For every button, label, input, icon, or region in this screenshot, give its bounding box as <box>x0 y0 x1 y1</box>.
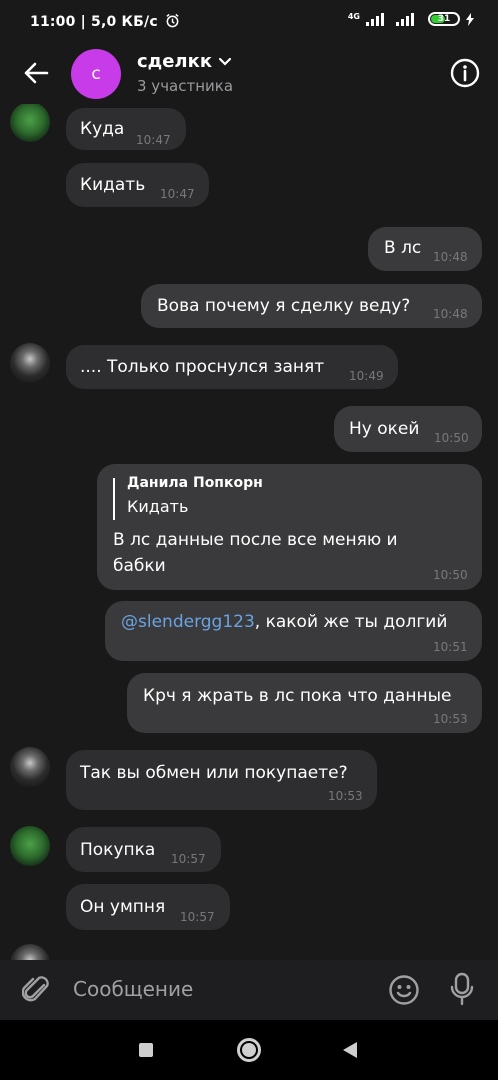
sender-avatar[interactable] <box>10 104 50 142</box>
charging-icon <box>466 12 474 26</box>
chat-title[interactable]: сделкк <box>137 51 232 72</box>
home-button[interactable] <box>237 1038 261 1062</box>
alarm-icon <box>166 13 179 28</box>
sender-avatar[interactable] <box>10 826 50 866</box>
system-navigation-bar <box>0 1020 498 1080</box>
message-time: 10:50 <box>434 431 469 445</box>
message-incoming[interactable]: Так вы обмен или покупаете? 10:53 <box>66 750 377 810</box>
message-outgoing[interactable]: Крч я жрать в лс пока что данные 10:53 <box>127 673 482 733</box>
message-text-line: В лс данные после все меняю и <box>113 530 398 550</box>
message-incoming[interactable]: Покупка 10:57 <box>66 827 221 872</box>
message-text-mention: @slendergg123, какой же ты долгий <box>121 612 448 632</box>
message-time: 10:48 <box>433 250 468 264</box>
message-text: Так вы обмен или покупаете? <box>80 763 348 783</box>
message-outgoing-reply[interactable]: Данила Попкорн Кидать В лс данные после … <box>97 464 482 590</box>
user-mention-link[interactable]: @slendergg123 <box>121 612 255 632</box>
message-outgoing[interactable]: В лс 10:48 <box>368 227 482 271</box>
reply-indicator <box>113 478 115 520</box>
message-text: Вова почему я сделку веду? <box>157 296 411 316</box>
message-outgoing[interactable]: @slendergg123, какой же ты долгий 10:51 <box>105 601 482 661</box>
message-text: Покупка <box>80 840 156 860</box>
message-incoming[interactable]: Кидать 10:47 <box>66 163 209 207</box>
signal-icon <box>366 12 384 26</box>
battery-icon: 31 <box>428 12 460 26</box>
message-list[interactable]: Куда 10:47 Кидать 10:47 В лс 10:48 Вова … <box>0 104 498 960</box>
message-composer: Сообщение <box>0 960 498 1020</box>
message-outgoing[interactable]: Ну окей 10:50 <box>334 406 482 452</box>
attachment-icon[interactable] <box>22 973 52 1007</box>
microphone-icon[interactable] <box>450 972 474 1006</box>
message-text: Он умпня <box>80 897 166 917</box>
message-incoming[interactable]: .... Только проснулся занят 10:49 <box>66 345 398 389</box>
reply-quote: Кидать <box>127 497 189 516</box>
message-time: 10:57 <box>171 852 206 866</box>
group-avatar[interactable]: с <box>71 49 121 99</box>
message-time: 10:49 <box>349 369 384 383</box>
signal-icon-2 <box>396 12 414 26</box>
emoji-icon[interactable] <box>388 974 420 1006</box>
sender-avatar[interactable] <box>10 343 50 383</box>
message-text: Кидать <box>80 175 146 195</box>
message-time: 10:57 <box>180 910 215 924</box>
recent-apps-button[interactable] <box>139 1043 153 1057</box>
message-time: 10:53 <box>328 789 363 803</box>
message-incoming[interactable]: Куда 10:47 <box>66 108 186 150</box>
message-outgoing[interactable]: Вова почему я сделку веду? 10:48 <box>141 284 482 328</box>
message-time: 10:50 <box>433 568 468 582</box>
message-text: .... Только проснулся занят <box>80 357 325 377</box>
status-bar: 11:00 | 5,0 КБ/с 4G 31 <box>0 0 498 44</box>
chevron-down-icon <box>218 57 232 66</box>
info-icon[interactable] <box>450 58 480 88</box>
message-input[interactable]: Сообщение <box>73 977 193 1001</box>
message-text-line: бабки <box>113 556 166 576</box>
message-time: 10:51 <box>433 640 468 654</box>
sender-avatar[interactable] <box>10 944 50 960</box>
message-incoming[interactable]: Он умпня 10:57 <box>66 884 230 930</box>
message-text: Ну окей <box>349 419 420 439</box>
back-triangle-icon[interactable] <box>342 1041 358 1059</box>
participants-count: 3 участника <box>137 77 234 95</box>
sender-avatar[interactable] <box>10 747 50 787</box>
message-time: 10:53 <box>433 712 468 726</box>
network-type: 4G <box>347 12 360 21</box>
message-text: Куда <box>80 119 125 139</box>
reply-author: Данила Попкорн <box>127 475 263 491</box>
message-text: Крч я жрать в лс пока что данные <box>143 686 452 706</box>
chat-header: с сделкк 3 участника <box>0 44 498 104</box>
status-time: 11:00 | 5,0 КБ/с <box>30 13 180 30</box>
message-time: 10:48 <box>433 307 468 321</box>
message-time: 10:47 <box>136 133 171 147</box>
message-text: В лс <box>384 238 422 258</box>
back-arrow-icon[interactable] <box>22 59 50 87</box>
message-time: 10:47 <box>160 187 195 201</box>
